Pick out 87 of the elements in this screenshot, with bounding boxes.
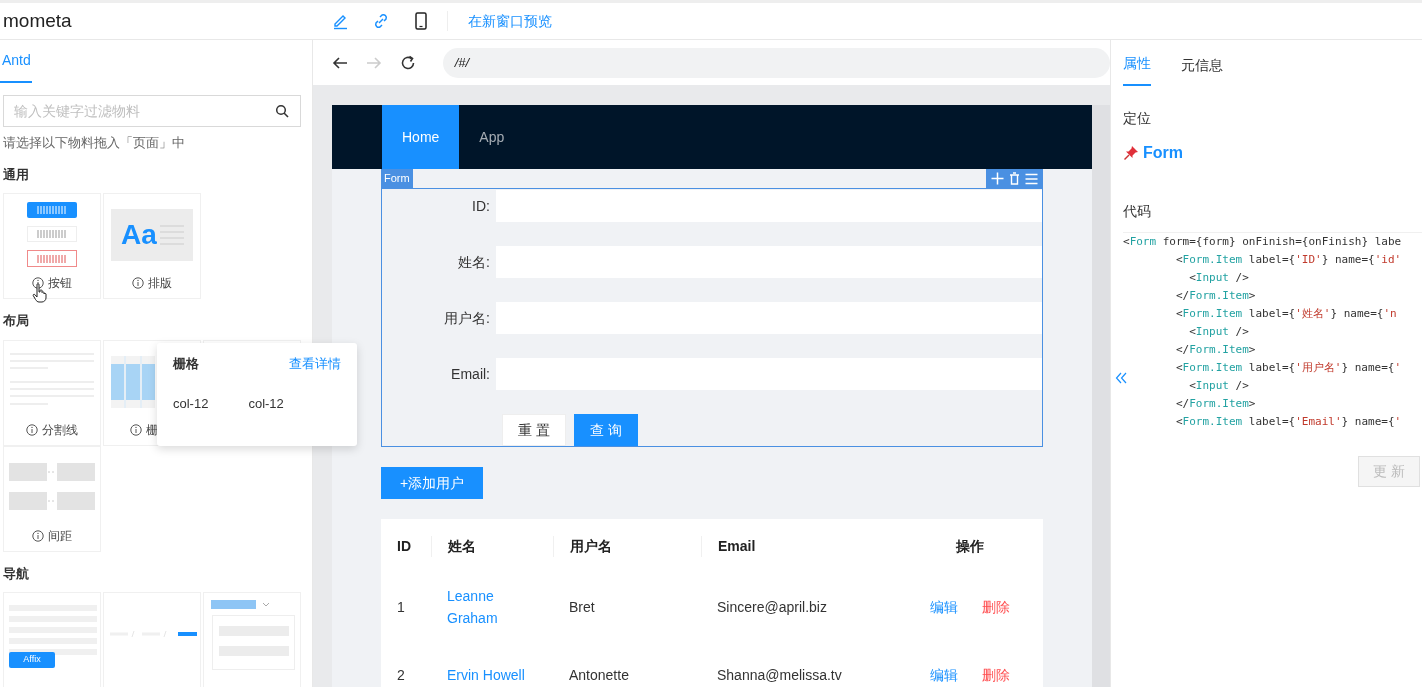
column-header: ID — [397, 536, 411, 556]
button-preview-drawing — [26, 200, 78, 270]
material-card[interactable]: Aa 排版 — [103, 193, 201, 299]
hint-text: 请选择以下物料拖入「页面」中 — [3, 134, 186, 152]
material-label: 间距 — [48, 527, 72, 545]
hand-cursor-icon — [32, 283, 48, 303]
field-label: ID: — [471, 196, 491, 216]
code-line: <Form.Item label={'姓名'} name={'n — [1174, 306, 1398, 322]
column-header: 操作 — [955, 536, 984, 556]
search-field[interactable]: 输入关键字过滤物料 — [3, 95, 301, 127]
details-link[interactable]: 查看详情 — [289, 354, 341, 374]
url-field[interactable]: /#/ — [442, 47, 1110, 78]
name-link[interactable]: Ervin Howell — [447, 664, 535, 686]
code-line: <Input /> — [1188, 324, 1250, 340]
tab[interactable]: 属性 — [1123, 53, 1151, 86]
collapse-icon[interactable] — [1115, 371, 1127, 385]
material-card[interactable]: 间距 — [3, 445, 101, 552]
material-label: 按钮 — [48, 275, 72, 292]
section-title: 定位 — [1123, 109, 1152, 128]
info-icon — [32, 529, 44, 542]
move-icon — [991, 172, 1004, 185]
code-line: </Form.Item> — [1174, 342, 1257, 358]
table-cell-text: Shanna@melissa.tv — [717, 665, 842, 685]
app-logo: mometa — [2, 8, 73, 33]
input-field[interactable] — [496, 246, 1042, 278]
edit-link[interactable]: 编辑 — [929, 596, 958, 618]
pin-icon — [1123, 145, 1139, 161]
info-icon — [32, 277, 44, 289]
info-icon — [130, 423, 142, 436]
table-cell-text: Sincere@april.biz — [717, 597, 827, 617]
code-line: </Form.Item> — [1174, 288, 1257, 304]
column-header: 姓名 — [448, 536, 476, 556]
field-label: 姓名: — [457, 252, 491, 272]
material-card[interactable] — [103, 592, 201, 687]
table-cell-text: 2 — [397, 665, 405, 685]
tab[interactable]: 元信息 — [1181, 55, 1223, 86]
input-field[interactable] — [496, 190, 1042, 222]
reset-button[interactable]: 重 置 — [502, 414, 566, 446]
column-header: Email — [718, 536, 756, 556]
field-label: 用户名: — [443, 308, 491, 328]
material-card[interactable]: 分割线 — [3, 339, 101, 446]
code-line: <Input /> — [1188, 270, 1250, 286]
grid-preview-drawing — [111, 355, 155, 408]
group-title: 布局 — [3, 312, 30, 330]
tooltip-title: 栅格 — [173, 355, 199, 373]
grid-column-label: col-12 — [248, 394, 284, 413]
preview-text: Aa — [121, 218, 157, 252]
material-label: 栅 — [146, 421, 158, 439]
material-card[interactable] — [203, 592, 301, 687]
selection-tag: Form — [381, 169, 413, 188]
code-line: <Form form={form} onFinish={onFinish} labe — [1123, 234, 1403, 250]
input-field[interactable] — [496, 358, 1042, 390]
material-label: 分割线 — [42, 421, 78, 439]
located-component-link[interactable]: Form — [1143, 141, 1183, 165]
search-icon — [275, 104, 289, 118]
edit-link[interactable]: 编辑 — [929, 664, 958, 686]
nav-item[interactable]: Home — [382, 105, 460, 169]
delete-link[interactable]: 删除 — [981, 596, 1010, 618]
info-icon — [26, 423, 38, 436]
material-card[interactable]: 按钮 — [3, 193, 101, 299]
group-title: 通用 — [3, 165, 30, 184]
tab[interactable]: Antd — [0, 50, 32, 83]
table-cell-text: 1 — [397, 597, 405, 617]
code-line: <Form.Item label={'Email'} name={' — [1174, 414, 1403, 430]
field-label: Email: — [450, 364, 491, 384]
material-label: 排版 — [148, 275, 172, 292]
table-cell-text: Bret — [569, 597, 595, 617]
preview-link[interactable]: 在新窗口预览 — [468, 10, 552, 32]
column-header: 用户名 — [570, 536, 612, 556]
add-user-button[interactable]: +添加用户 — [381, 467, 483, 499]
code-line: <Input /> — [1188, 378, 1250, 394]
name-link[interactable]: Leanne Graham — [447, 585, 535, 629]
section-title: 代码 — [1123, 202, 1152, 221]
preview-text: Affix — [9, 652, 55, 668]
nav-item[interactable]: App — [459, 105, 525, 169]
group-title: 导航 — [3, 564, 30, 583]
code-line: <Form.Item label={'ID'} name={'id' — [1174, 252, 1403, 268]
code-line: <Form.Item label={'用户名'} name={' — [1174, 360, 1403, 376]
info-icon — [132, 277, 144, 289]
menu-icon — [1025, 172, 1038, 185]
code-line: </Form.Item> — [1174, 396, 1257, 412]
delete-link[interactable]: 删除 — [981, 664, 1010, 686]
trash-icon — [1009, 172, 1020, 185]
query-button[interactable]: 查 询 — [574, 414, 638, 446]
table-cell-text: Antonette — [569, 665, 629, 685]
material-card[interactable]: Affix — [3, 592, 101, 687]
input-field[interactable] — [496, 302, 1042, 334]
